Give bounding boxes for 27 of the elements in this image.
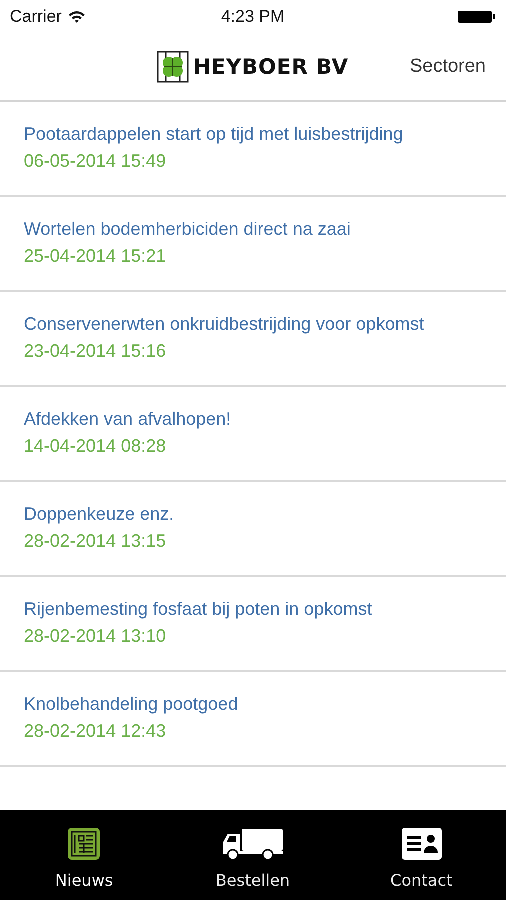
sectoren-button[interactable]: Sectoren <box>410 56 486 78</box>
news-title[interactable]: Doppenkeuze enz. <box>24 504 174 525</box>
clock-time: 4:23 PM <box>221 7 285 27</box>
news-title[interactable]: Pootaardappelen start op tijd met luisbestrijding <box>24 124 404 145</box>
tab-item[interactable]: Nieuws <box>0 810 169 900</box>
news-date: 28-02-2014 12:43 <box>24 721 166 742</box>
news-title[interactable]: Afdekken van afvalhopen! <box>24 409 232 430</box>
news-date: 25-04-2014 15:21 <box>24 246 166 267</box>
tab-item[interactable]: Bestellen <box>168 810 338 900</box>
news-title[interactable]: Knolbehandeling pootgoed <box>24 694 238 715</box>
news-date: 23-04-2014 15:16 <box>24 341 166 362</box>
news-title[interactable]: Rijenbemesting fosfaat bij poten in opkomst <box>24 599 372 620</box>
news-date: 28-02-2014 13:15 <box>24 531 166 552</box>
news-title[interactable]: Conservenerwten onkruidbestrijding voor opkomst <box>24 314 424 335</box>
news-date: 14-04-2014 08:28 <box>24 436 166 457</box>
newspaper-icon <box>67 827 102 861</box>
battery-icon <box>458 10 496 24</box>
news-title[interactable]: Wortelen bodemherbiciden direct na zaai <box>24 219 351 240</box>
news-date: 28-02-2014 13:10 <box>24 626 166 647</box>
truck-icon <box>222 828 284 860</box>
clover-logo-icon <box>157 51 190 83</box>
tab-item[interactable]: Contact <box>337 810 506 900</box>
logo-text: HEYBOER BV <box>193 55 349 79</box>
wifi-icon <box>68 10 86 24</box>
contact-card-icon <box>402 828 442 860</box>
carrier-name: Carrier <box>10 7 62 27</box>
news-date: 06-05-2014 15:49 <box>24 151 166 172</box>
